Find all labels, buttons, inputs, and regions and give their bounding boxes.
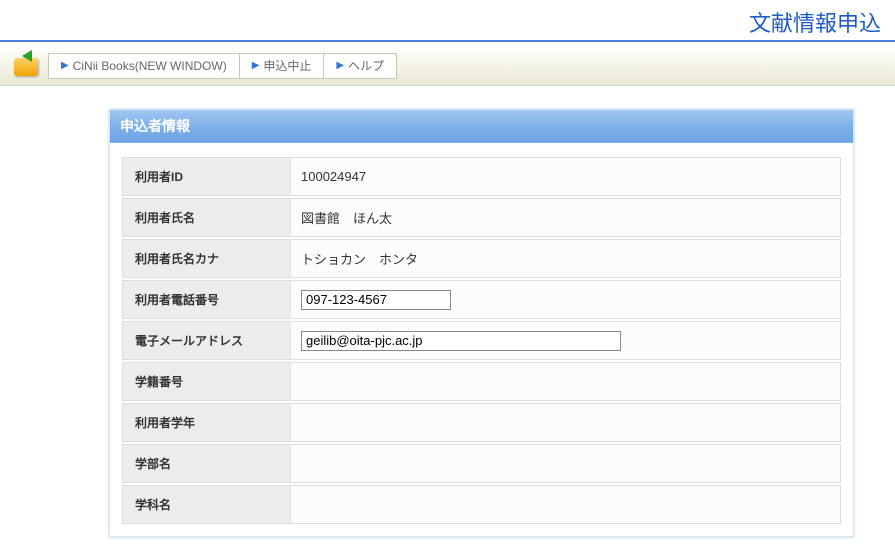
label-user-id: 利用者ID (122, 157, 290, 196)
toolbar-tab-help[interactable]: ▶ ヘルプ (324, 54, 396, 78)
row-user-id: 利用者ID 100024947 (122, 155, 841, 196)
row-student-no: 学籍番号 (122, 360, 841, 401)
phone-input[interactable] (301, 290, 451, 310)
row-user-name: 利用者氏名 図書館 ほん太 (122, 196, 841, 237)
value-student-no (290, 362, 841, 401)
toolbar: ▶ CiNii Books(NEW WINDOW) ▶ 申込中止 ▶ ヘルプ (0, 46, 895, 86)
value-email (290, 321, 841, 360)
value-grade (290, 403, 841, 442)
row-phone: 利用者電話番号 (122, 278, 841, 319)
header-bar: 文献情報申込 (0, 0, 895, 42)
label-user-kana: 利用者氏名カナ (122, 239, 290, 278)
row-faculty: 学部名 (122, 442, 841, 483)
toolbar-tabs: ▶ CiNii Books(NEW WINDOW) ▶ 申込中止 ▶ ヘルプ (48, 53, 397, 79)
row-grade: 利用者学年 (122, 401, 841, 442)
bullet-icon: ▶ (61, 60, 69, 71)
bullet-icon: ▶ (252, 60, 260, 71)
toolbar-tab-label: 申込中止 (263, 57, 311, 74)
card-header: 申込者情報 (110, 110, 853, 143)
label-faculty: 学部名 (122, 444, 290, 483)
row-user-kana: 利用者氏名カナ トショカン ホンタ (122, 237, 841, 278)
label-student-no: 学籍番号 (122, 362, 290, 401)
toolbar-tab-label: CiNii Books(NEW WINDOW) (73, 59, 227, 73)
toolbar-tab-cinii[interactable]: ▶ CiNii Books(NEW WINDOW) (49, 54, 240, 78)
label-email: 電子メールアドレス (122, 321, 290, 360)
toolbar-tab-cancel[interactable]: ▶ 申込中止 (240, 54, 325, 78)
bullet-icon: ▶ (336, 60, 344, 71)
email-input[interactable] (301, 331, 621, 351)
row-department: 学科名 (122, 483, 841, 524)
value-faculty (290, 444, 841, 483)
card-body: 利用者ID 100024947 利用者氏名 図書館 ほん太 利用者氏名カナ トシ… (110, 143, 853, 536)
label-phone: 利用者電話番号 (122, 280, 290, 319)
row-email: 電子メールアドレス (122, 319, 841, 360)
value-phone (290, 280, 841, 319)
applicant-info-card: 申込者情報 利用者ID 100024947 利用者氏名 図書館 ほん太 利用者氏… (108, 108, 855, 538)
toolbar-tab-label: ヘルプ (348, 57, 384, 74)
value-user-kana: トショカン ホンタ (290, 239, 841, 278)
label-user-name: 利用者氏名 (122, 198, 290, 237)
label-department: 学科名 (122, 485, 290, 524)
page-title: 文献情報申込 (749, 6, 881, 38)
package-return-icon (12, 52, 44, 80)
value-user-id: 100024947 (290, 157, 841, 196)
value-user-name: 図書館 ほん太 (290, 198, 841, 237)
value-department (290, 485, 841, 524)
label-grade: 利用者学年 (122, 403, 290, 442)
